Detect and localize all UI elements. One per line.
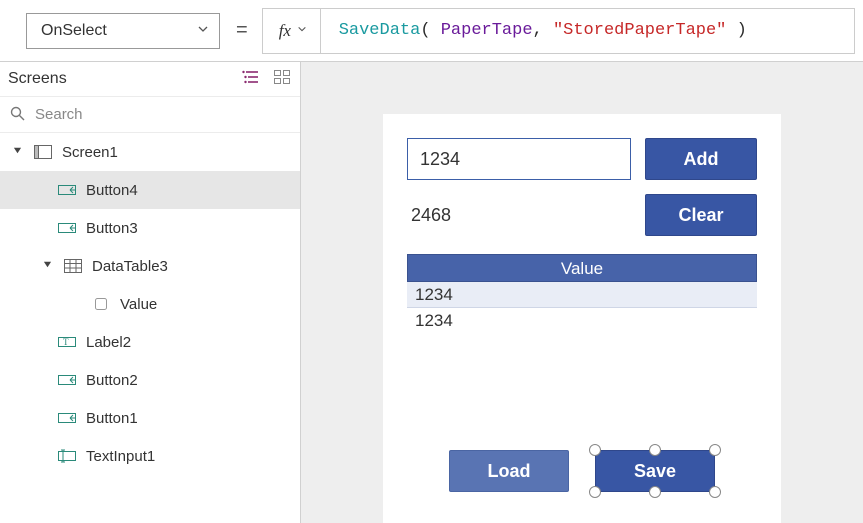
tree: Screen1 Button4 Button3 xyxy=(0,133,300,523)
resize-handle-icon[interactable] xyxy=(589,486,601,498)
label-icon: T xyxy=(58,335,76,349)
tree-item-label2[interactable]: T Label2 xyxy=(0,323,300,361)
tree-item-value[interactable]: Value xyxy=(0,285,300,323)
resize-handle-icon[interactable] xyxy=(649,486,661,498)
tree-panel: Screens xyxy=(0,62,301,523)
resize-handle-icon[interactable] xyxy=(589,444,601,456)
formula-bar[interactable]: fx SaveData( PaperTape, "StoredPaperTape… xyxy=(262,8,855,54)
tree-item-screen1[interactable]: Screen1 xyxy=(0,133,300,171)
resize-handle-icon[interactable] xyxy=(709,486,721,498)
app-screen: 1234 Add 2468 Clear Value 1234 1234 xyxy=(383,114,781,523)
table-header-value: Value xyxy=(407,254,757,282)
button-icon xyxy=(58,373,76,387)
chevron-down-icon xyxy=(297,24,307,37)
tree-header: Screens xyxy=(0,62,300,97)
table-row[interactable]: 1234 xyxy=(407,282,757,308)
column-icon xyxy=(92,297,110,311)
chevron-down-icon xyxy=(197,22,209,40)
clear-button[interactable]: Clear xyxy=(645,194,757,236)
grid-view-icon[interactable] xyxy=(274,70,290,89)
search-icon xyxy=(10,106,25,124)
table-row[interactable]: 1234 xyxy=(407,308,757,334)
data-table[interactable]: Value 1234 1234 xyxy=(407,254,757,334)
formula-text[interactable]: SaveData( PaperTape, "StoredPaperTape" ) xyxy=(321,21,747,40)
resize-handle-icon[interactable] xyxy=(709,444,721,456)
tree-item-datatable3[interactable]: DataTable3 xyxy=(0,247,300,285)
equals-label: = xyxy=(236,19,248,42)
property-selector[interactable]: OnSelect xyxy=(26,13,220,49)
resize-handle-icon[interactable] xyxy=(649,444,661,456)
collapse-icon[interactable] xyxy=(40,260,54,272)
button-icon xyxy=(58,411,76,425)
fx-label[interactable]: fx xyxy=(263,9,321,53)
datatable-icon xyxy=(64,259,82,273)
formula-bar-row: OnSelect = fx SaveData( PaperTape, "Stor… xyxy=(0,0,863,62)
search-input[interactable] xyxy=(25,106,290,123)
save-button-selection: Save xyxy=(595,450,715,492)
collapse-icon[interactable] xyxy=(10,146,24,158)
button-icon xyxy=(58,221,76,235)
tree-item-textinput1[interactable]: TextInput1 xyxy=(0,437,300,475)
tree-item-button3[interactable]: Button3 xyxy=(0,209,300,247)
button-icon xyxy=(58,183,76,197)
load-button[interactable]: Load xyxy=(449,450,569,492)
screen-icon xyxy=(34,145,52,159)
tree-item-button2[interactable]: Button2 xyxy=(0,361,300,399)
tree-title: Screens xyxy=(8,70,242,88)
property-selector-label: OnSelect xyxy=(41,22,107,40)
result-label: 2468 xyxy=(407,205,631,226)
tree-item-button4[interactable]: Button4 xyxy=(0,171,300,209)
svg-text:T: T xyxy=(63,337,69,347)
canvas[interactable]: 1234 Add 2468 Clear Value 1234 1234 xyxy=(301,62,863,523)
number-input[interactable]: 1234 xyxy=(407,138,631,180)
add-button[interactable]: Add xyxy=(645,138,757,180)
textinput-icon xyxy=(58,449,76,463)
tree-item-button1[interactable]: Button1 xyxy=(0,399,300,437)
search-row xyxy=(0,97,300,133)
list-view-icon[interactable] xyxy=(242,70,260,89)
